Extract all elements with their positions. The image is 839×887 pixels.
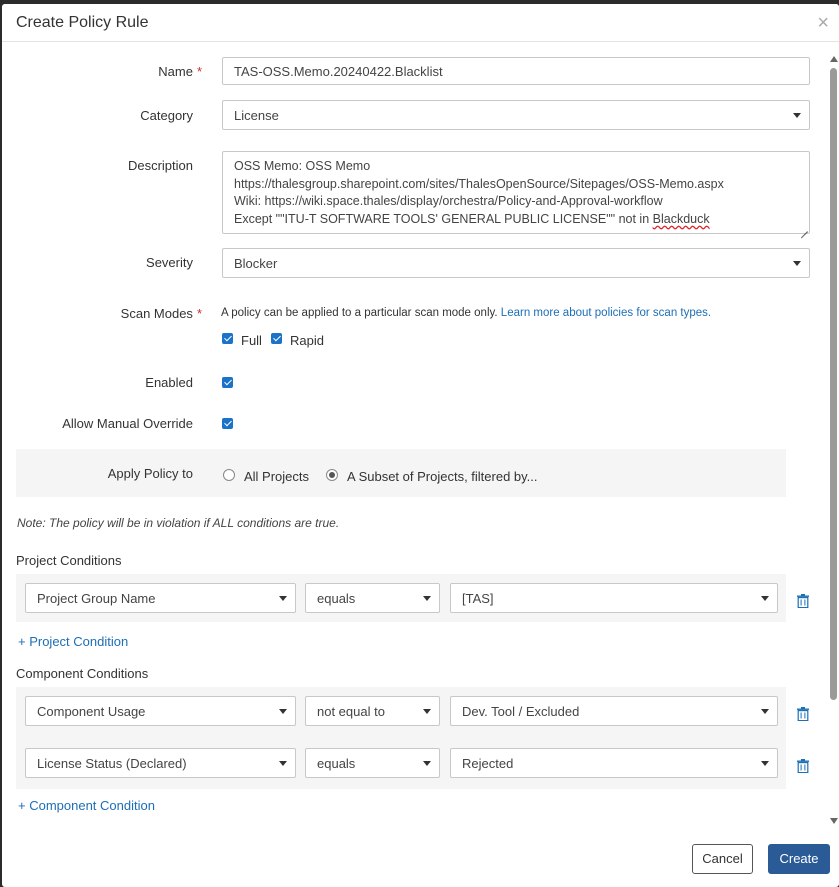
violation-note: Note: The policy will be in violation if…	[17, 516, 340, 530]
trash-icon[interactable]	[797, 707, 809, 721]
dialog-scrollbar[interactable]	[829, 56, 839, 824]
scan-modes-label-text: Scan Modes	[120, 306, 193, 321]
chevron-down-icon	[761, 761, 769, 766]
component-condition-field: License Status (Declared)	[37, 756, 187, 771]
apply-policy-label: Apply Policy to	[107, 466, 193, 481]
description-label: Description	[127, 158, 193, 173]
scroll-up-arrow-icon[interactable]	[830, 56, 838, 62]
category-select[interactable]: License	[222, 100, 810, 130]
dialog-header: Create Policy Rule ×	[2, 4, 839, 42]
close-icon[interactable]: ×	[817, 13, 829, 33]
dialog-title: Create Policy Rule	[16, 14, 149, 31]
severity-value: Blocker	[234, 256, 278, 271]
all-projects-radio[interactable]	[223, 469, 235, 481]
chevron-down-icon	[423, 761, 431, 766]
severity-label: Severity	[146, 255, 193, 270]
description-line-2: https://thalesgroup.sharepoint.com/sites…	[234, 176, 724, 191]
cancel-button[interactable]: Cancel	[692, 844, 753, 874]
create-button[interactable]: Create	[768, 844, 830, 874]
scan-modes-hint: A policy can be applied to a particular …	[221, 307, 711, 319]
component-condition-1-value-select[interactable]: Dev. Tool / Excluded	[450, 696, 778, 726]
scan-modes-hint-text: A policy can be applied to a particular …	[221, 307, 501, 319]
project-condition-operator: equals	[317, 591, 356, 606]
chevron-down-icon	[761, 709, 769, 714]
name-label-text: Name	[158, 64, 193, 79]
add-project-condition-link[interactable]: + Project Condition	[18, 634, 128, 649]
component-condition-2-value-select[interactable]: Rejected	[450, 748, 778, 778]
name-input[interactable]: TAS-OSS.Memo.20240422.Blacklist	[222, 57, 810, 85]
chevron-down-icon	[279, 761, 287, 766]
component-condition-operator: equals	[317, 756, 356, 771]
chevron-down-icon	[423, 709, 431, 714]
all-projects-label: All Projects	[244, 469, 310, 484]
full-checkbox[interactable]	[222, 333, 233, 344]
scroll-down-arrow-icon[interactable]	[830, 818, 838, 824]
component-conditions-title: Component Conditions	[16, 666, 149, 681]
component-condition-value: Dev. Tool / Excluded	[462, 704, 580, 719]
resize-grip-icon[interactable]	[800, 224, 808, 232]
allow-override-label: Allow Manual Override	[62, 416, 193, 431]
category-label: Category	[140, 108, 193, 123]
trash-icon[interactable]	[797, 759, 809, 773]
description-line-4: Except ""ITU-T SOFTWARE TOOLS' GENERAL P…	[234, 211, 798, 229]
name-label: Name *	[42, 64, 202, 79]
category-value: License	[234, 108, 279, 123]
chevron-down-icon	[793, 113, 801, 118]
description-textarea[interactable]: OSS Memo: OSS Memo https://thalesgroup.s…	[222, 151, 810, 234]
subset-projects-label: A Subset of Projects, filtered by...	[347, 469, 538, 484]
component-condition-field: Component Usage	[37, 704, 146, 719]
allow-override-checkbox[interactable]	[222, 418, 233, 429]
project-condition-operator-select[interactable]: equals	[305, 583, 440, 613]
full-label: Full	[241, 333, 262, 348]
component-condition-2-operator-select[interactable]: equals	[305, 748, 440, 778]
description-line-3: Wiki: https://wiki.space.thales/display/…	[234, 194, 663, 208]
trash-icon[interactable]	[797, 594, 809, 608]
scrollbar-thumb[interactable]	[830, 68, 837, 700]
project-condition-field-select[interactable]: Project Group Name	[25, 583, 296, 613]
add-component-condition-link[interactable]: + Component Condition	[18, 798, 155, 813]
scan-modes-label: Scan Modes *	[42, 306, 202, 321]
project-conditions-title: Project Conditions	[16, 553, 122, 568]
subset-projects-radio[interactable]	[326, 469, 338, 481]
description-line-1: OSS Memo: OSS Memo	[234, 159, 371, 173]
project-condition-value: [TAS]	[462, 591, 494, 606]
rapid-label: Rapid	[290, 333, 324, 348]
rapid-checkbox[interactable]	[271, 333, 282, 344]
severity-select[interactable]: Blocker	[222, 248, 810, 278]
component-condition-operator: not equal to	[317, 704, 385, 719]
description-line-4-text: Except ""ITU-T SOFTWARE TOOLS' GENERAL P…	[234, 211, 653, 226]
chevron-down-icon	[793, 261, 801, 266]
required-mark: *	[196, 64, 202, 79]
spellcheck-word: Blackduck	[652, 211, 710, 226]
create-policy-rule-dialog: Create Policy Rule × Name * TAS-OSS.Memo.…	[2, 4, 839, 887]
component-condition-value: Rejected	[462, 756, 514, 771]
enabled-checkbox[interactable]	[222, 377, 233, 388]
component-condition-1-field-select[interactable]: Component Usage	[25, 696, 296, 726]
required-mark: *	[196, 306, 202, 321]
chevron-down-icon	[423, 596, 431, 601]
component-condition-2-field-select[interactable]: License Status (Declared)	[25, 748, 296, 778]
chevron-down-icon	[279, 596, 287, 601]
chevron-down-icon	[761, 596, 769, 601]
project-condition-field: Project Group Name	[37, 591, 156, 606]
learn-more-link[interactable]: Learn more about policies for scan types…	[501, 307, 711, 319]
component-condition-1-operator-select[interactable]: not equal to	[305, 696, 440, 726]
project-condition-value-select[interactable]: [TAS]	[450, 583, 778, 613]
enabled-label: Enabled	[145, 375, 193, 390]
chevron-down-icon	[279, 709, 287, 714]
